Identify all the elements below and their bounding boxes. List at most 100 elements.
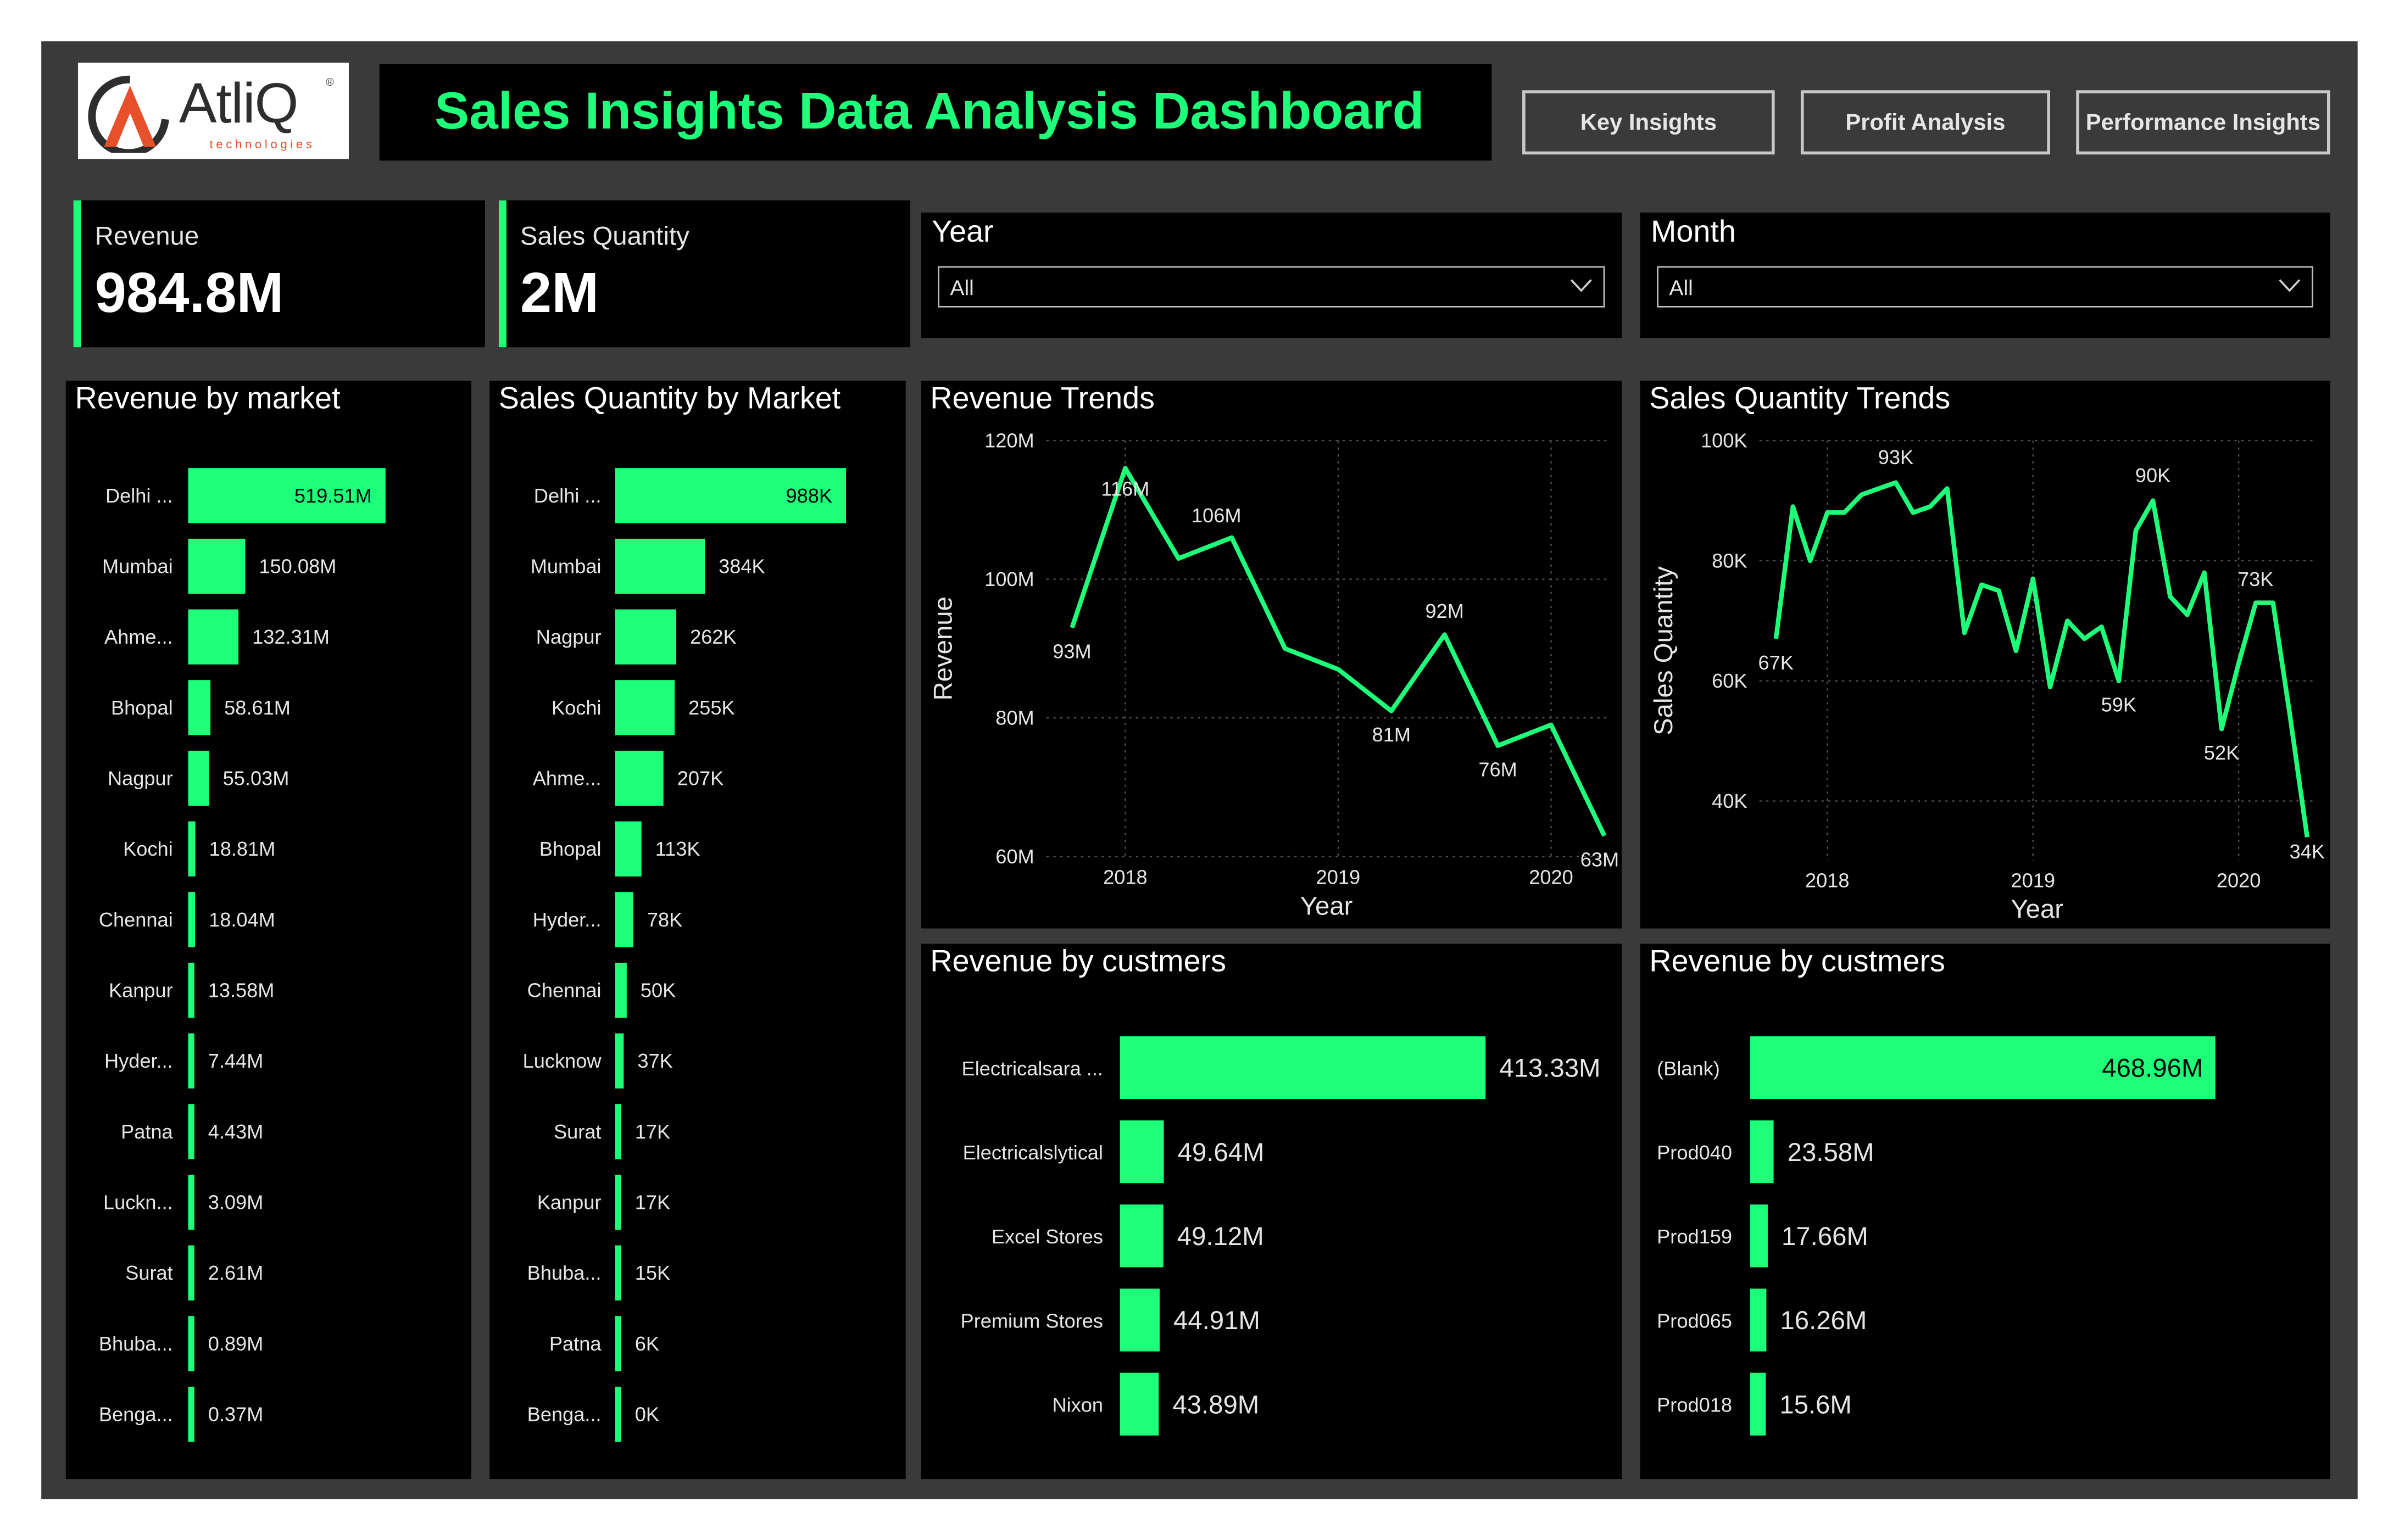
bar xyxy=(188,1386,194,1442)
logo-text: AtliQ xyxy=(179,71,299,135)
bar xyxy=(615,750,664,806)
sales-quantity-by-market-chart: Delhi ... 988K Mumbai 384K Nagpur 262K Kochi 25… xyxy=(523,468,847,1442)
category-label: Patna xyxy=(121,1120,173,1143)
x-tick-label: 2019 xyxy=(1316,866,1361,889)
data-label: 34K xyxy=(2290,840,2325,863)
data-label: 988K xyxy=(786,484,833,507)
category-label: Kanpur xyxy=(109,979,173,1002)
kpi-accent-bar xyxy=(498,200,506,348)
data-label: 0.89M xyxy=(208,1332,264,1355)
data-label: 49.64M xyxy=(1178,1138,1265,1167)
data-label: 93M xyxy=(1053,640,1091,663)
data-label: 92M xyxy=(1425,600,1463,622)
bar xyxy=(188,680,211,735)
y-tick-label: 60K xyxy=(1712,669,1747,692)
category-label: Prod018 xyxy=(1657,1394,1732,1416)
profit-analysis-button[interactable]: Profit Analysis xyxy=(1800,90,2050,155)
bar xyxy=(615,1104,621,1159)
x-tick-label: 2018 xyxy=(1805,869,1850,891)
dropdown-value: All xyxy=(950,275,974,300)
slicer-label: Month xyxy=(1651,215,1736,249)
data-label: 18.04M xyxy=(209,908,275,931)
category-label: Mumbai xyxy=(102,555,173,578)
dashboard-title: Sales Insights Data Analysis Dashboard xyxy=(434,82,1424,141)
sales-quantity-kpi-card: Sales Quantity 2M xyxy=(498,200,911,348)
data-label: 3.09M xyxy=(208,1191,264,1214)
bar xyxy=(188,1316,194,1371)
category-label: Benga... xyxy=(99,1403,173,1426)
data-label: 78K xyxy=(647,908,682,931)
x-axis-title: Year xyxy=(1300,891,1353,920)
y-tick-label: 100K xyxy=(1701,429,1747,452)
revenue-by-products-panel: Revenue by custmers (Blank) 468.96M Prod04… xyxy=(1640,944,2330,1480)
bar xyxy=(1120,1036,1486,1100)
category-label: Chennai xyxy=(527,979,602,1002)
revenue-by-customers-panel: Revenue by custmers Electricalsara ... 41… xyxy=(921,944,1622,1480)
data-label: 468.96M xyxy=(2102,1054,2203,1083)
category-label: Electricalsara ... xyxy=(962,1057,1103,1080)
bar xyxy=(1120,1204,1164,1268)
year-dropdown[interactable]: All xyxy=(938,266,1605,308)
bar xyxy=(615,1316,621,1371)
category-label: Excel Stores xyxy=(992,1225,1103,1248)
bar xyxy=(188,538,246,594)
month-slicer: Month All xyxy=(1640,213,2330,338)
data-label: 18.81M xyxy=(209,838,276,860)
dashboard-title-banner: Sales Insights Data Analysis Dashboard xyxy=(379,64,1492,161)
bar xyxy=(615,1386,621,1442)
key-insights-button[interactable]: Key Insights xyxy=(1522,90,1775,155)
y-tick-label: 60M xyxy=(995,845,1034,868)
y-tick-label: 80K xyxy=(1712,549,1747,572)
bar xyxy=(188,821,196,877)
category-label: Lucknow xyxy=(523,1050,602,1072)
bar xyxy=(188,1104,194,1159)
data-label: 93K xyxy=(1878,446,1913,468)
data-label: 6K xyxy=(635,1332,659,1355)
kpi-value: 2M xyxy=(520,261,599,325)
revenue-by-customers-chart: Electricalsara ... 413.33M Electricalslyti… xyxy=(961,1036,1600,1436)
data-label: 207K xyxy=(677,767,724,790)
chevron-down-icon xyxy=(1570,279,1592,292)
category-label: Ahme... xyxy=(533,767,602,790)
category-label: Kanpur xyxy=(537,1191,602,1214)
sales-quantity-by-market-panel: Sales Quantity by Market Delhi ... 988K Mu… xyxy=(489,381,906,1480)
data-label: 0.37M xyxy=(208,1403,264,1426)
category-label: Patna xyxy=(549,1332,602,1355)
bar xyxy=(188,892,196,947)
category-label: Surat xyxy=(554,1120,601,1143)
data-label: 90K xyxy=(2135,464,2170,487)
category-label: Nixon xyxy=(1052,1394,1103,1416)
data-label: 4.43M xyxy=(208,1120,264,1143)
sales-quantity-trends-panel: Sales Quantity Trends 40K 60K 80K 100K 2018 2… xyxy=(1640,381,2330,929)
x-axis-title: Year xyxy=(2011,895,2063,924)
data-label: 49.12M xyxy=(1177,1222,1264,1251)
category-label: Delhi ... xyxy=(534,484,602,507)
month-dropdown[interactable]: All xyxy=(1657,266,2313,308)
year-slicer: Year All xyxy=(921,213,1622,338)
y-tick-label: 120M xyxy=(984,429,1034,452)
data-label: 150.08M xyxy=(259,555,336,578)
data-label: 519.51M xyxy=(294,484,372,507)
category-label: Nagpur xyxy=(108,767,173,790)
x-tick-label: 2018 xyxy=(1103,866,1148,889)
bar xyxy=(615,821,642,877)
bar xyxy=(615,680,675,735)
data-label: 7.44M xyxy=(208,1050,264,1072)
data-label: 15.6M xyxy=(1779,1390,1852,1419)
category-label: Bhopal xyxy=(111,696,173,719)
revenue-trends-panel: Revenue Trends 60M 80M 100M 120M 2018 2019 202… xyxy=(921,381,1622,929)
bar xyxy=(188,750,209,806)
dropdown-value: All xyxy=(1669,275,1693,300)
series-line xyxy=(1773,480,2309,838)
logo-subtitle: technologies xyxy=(209,137,315,152)
category-label: Nagpur xyxy=(536,626,602,648)
performance-insights-button[interactable]: Performance Insights xyxy=(2076,90,2330,155)
bar xyxy=(1750,1372,1766,1436)
bar xyxy=(615,538,705,594)
bar xyxy=(615,1245,621,1301)
kpi-label: Sales Quantity xyxy=(520,221,689,251)
bar xyxy=(1120,1288,1160,1352)
category-label: Mumbai xyxy=(531,555,602,578)
y-tick-label: 40K xyxy=(1712,790,1747,812)
category-label: Prod159 xyxy=(1657,1225,1732,1248)
